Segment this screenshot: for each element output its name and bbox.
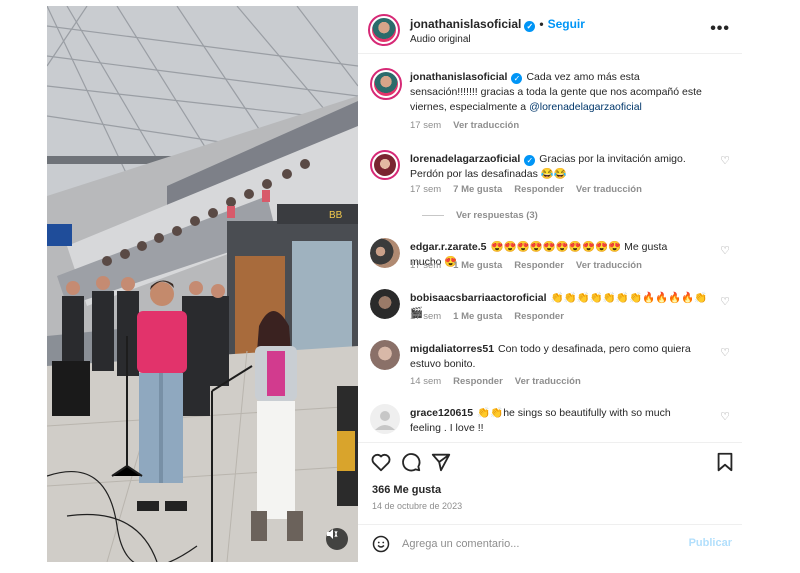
more-options-button[interactable]: ••• (710, 20, 730, 38)
translate-button[interactable]: Ver traducción (576, 184, 642, 195)
audio-label[interactable]: Audio original (410, 34, 471, 45)
post-details-panel: jonathanislasoficial ✓ • Seguir Audio origi… (358, 6, 742, 562)
comment-text: grace120615 👏👏he sings so beautifully wit… (410, 406, 700, 436)
verified-icon: ✓ (524, 21, 536, 32)
reply-button[interactable]: Responder (514, 260, 564, 271)
commenter-avatar[interactable] (370, 340, 400, 370)
author-avatar[interactable] (368, 14, 400, 46)
commenter-username[interactable]: bobisaacsbarriaactoroficial (410, 292, 547, 304)
post-date[interactable]: 14 de octubre de 2023 (372, 501, 462, 511)
commenter-username[interactable]: edgar.r.zarate.5 (410, 241, 486, 253)
view-replies-button[interactable]: Ver respuestas (3) (422, 210, 538, 221)
comment-likes[interactable]: 1 Me gusta (453, 311, 502, 322)
translate-button[interactable]: Ver traducción (515, 376, 581, 387)
share-icon[interactable] (430, 451, 452, 473)
comment-likes[interactable]: 1 Me gusta (453, 260, 502, 271)
heart-icon[interactable]: ♡ (720, 410, 730, 423)
heart-icon[interactable]: ♡ (720, 295, 730, 308)
bookmark-icon[interactable] (714, 451, 736, 473)
likes-count[interactable]: 366 Me gusta (372, 484, 441, 496)
caption-time[interactable]: 17 sem (410, 120, 441, 131)
comment-meta: 14 sem Responder Ver traducción (410, 376, 593, 387)
commenter-username[interactable]: grace120615 (410, 407, 473, 419)
comment-meta: 17 sem 1 Me gusta Responder (410, 311, 576, 322)
commenter-avatar[interactable] (370, 150, 400, 180)
caption-avatar[interactable] (370, 68, 402, 100)
view-replies-label: Ver respuestas (3) (456, 210, 538, 221)
replies-line (422, 214, 444, 216)
caption-meta: 17 sem Ver traducción (410, 120, 531, 131)
commenter-username[interactable]: lorenadelagarzaoficial (410, 153, 520, 165)
reply-button[interactable]: Responder (514, 311, 564, 322)
heart-icon[interactable] (370, 451, 392, 473)
caption-translate[interactable]: Ver traducción (453, 120, 519, 131)
reply-button[interactable]: Responder (514, 184, 564, 195)
mute-icon[interactable] (326, 528, 348, 550)
comment-time[interactable]: 17 sem (410, 184, 441, 195)
commenter-username[interactable]: migdaliatorres51 (410, 343, 494, 355)
comment-likes[interactable]: 7 Me gusta (453, 184, 502, 195)
author-line: jonathanislasoficial ✓ • Seguir (410, 17, 585, 32)
heart-icon[interactable]: ♡ (720, 346, 730, 359)
commenter-avatar[interactable] (370, 238, 400, 268)
translate-button[interactable]: Ver traducción (576, 260, 642, 271)
caption-text: jonathanislasoficial ✓ Cada vez amo más es… (410, 70, 710, 115)
default-avatar-icon (375, 411, 395, 430)
comment-input[interactable] (402, 535, 652, 553)
heart-icon[interactable]: ♡ (720, 244, 730, 257)
comment-item: grace120615 👏👏he sings so beautifully wit… (370, 404, 734, 440)
comment-meta: 17 sem 7 Me gusta Responder Ver traducción (410, 184, 654, 195)
video-frame: BB (47, 6, 358, 562)
caption-username[interactable]: jonathanislasoficial (410, 71, 507, 83)
emoji-icon[interactable] (372, 535, 390, 553)
comment-time[interactable]: 14 sem (410, 376, 441, 387)
comment-text: lorenadelagarzaoficial ✓ Gracias por la in… (410, 152, 700, 182)
author-username[interactable]: jonathanislasoficial (410, 17, 521, 31)
comment-icon[interactable] (400, 451, 422, 473)
post-header: jonathanislasoficial ✓ • Seguir Audio origi… (358, 6, 742, 54)
svg-text:BB: BB (329, 210, 343, 221)
comment-item: bobisaacsbarriaactoroficial 👏👏👏👏👏👏👏🔥🔥🔥🔥👏🎬… (370, 289, 734, 335)
reply-button[interactable]: Responder (453, 376, 503, 387)
comment-item: edgar.r.zarate.5 😍😍😍😍😍😍😍😍😍😍 Me gusta much… (370, 238, 734, 284)
comment-item: migdaliatorres51 Con todo y desafinada, p… (370, 340, 734, 392)
follow-button[interactable]: Seguir (548, 17, 585, 31)
heart-icon[interactable]: ♡ (720, 154, 730, 167)
verified-icon: ✓ (511, 73, 523, 84)
post-caption: jonathanislasoficial ✓ Cada vez amo más es… (370, 66, 734, 136)
commenter-avatar[interactable] (370, 289, 400, 319)
caption-mention[interactable]: @lorenadelagarzaoficial (529, 101, 642, 113)
comment-composer: Publicar (358, 524, 742, 562)
comment-time[interactable]: 17 sem (410, 311, 441, 322)
separator-dot: • (539, 17, 544, 31)
comment-item: lorenadelagarzaoficial ✓ Gracias por la in… (370, 148, 734, 238)
comment-text: migdaliatorres51 Con todo y desafinada, p… (410, 342, 700, 372)
publish-button[interactable]: Publicar (689, 537, 732, 549)
commenter-avatar[interactable] (370, 404, 400, 434)
action-bar (358, 442, 742, 480)
verified-icon: ✓ (524, 155, 536, 166)
post-video[interactable]: BB (47, 6, 358, 562)
comment-time[interactable]: 17 sem (410, 260, 441, 271)
comment-meta: 17 sem 1 Me gusta Responder Ver traducción (410, 260, 654, 271)
